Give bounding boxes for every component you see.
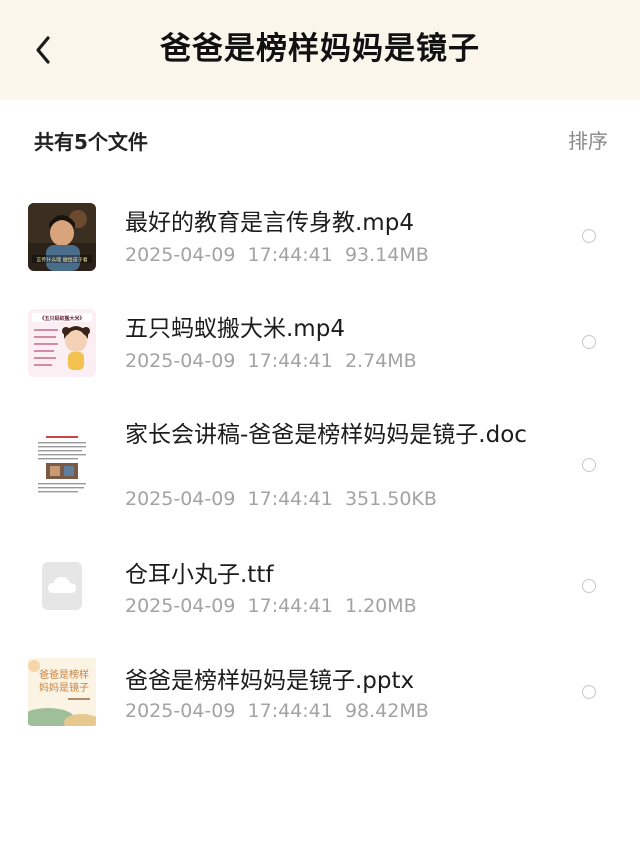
page-title: 爸爸是榜样妈妈是镜子 <box>160 31 480 67</box>
file-name: 爸爸是榜样妈妈是镜子.pptx <box>125 668 415 694</box>
file-row-doc-speech[interactable]: 家长会讲稿-爸爸是榜样妈妈是镜子.doc 2025-04-09 17:44:41… <box>0 410 640 530</box>
pptx-thumb-line1: 爸爸是榜样 <box>39 668 89 681</box>
file-time: 17:44:41 <box>247 244 333 266</box>
file-time: 17:44:41 <box>247 595 333 617</box>
file-time: 17:44:41 <box>247 350 333 372</box>
file-size: 93.14MB <box>344 244 429 266</box>
sort-button[interactable]: 排序 <box>568 126 608 156</box>
file-meta: 2025-04-09 17:44:41 1.20MB <box>125 593 417 619</box>
presentation-thumbnail: 爸爸是榜样 妈妈是镜子 <box>28 658 96 726</box>
chevron-left-icon <box>36 36 50 64</box>
header-bar: 爸爸是榜样妈妈是镜子 <box>0 0 640 100</box>
file-row-pptx[interactable]: 爸爸是榜样 妈妈是镜子 爸爸是榜样妈妈是镜子.pptx 2025-04-09 1… <box>0 656 640 756</box>
file-date: 2025-04-09 <box>125 488 236 510</box>
select-radio[interactable] <box>582 229 596 243</box>
video-thumbnail: 言传什么呢 做给孩子看 <box>28 203 96 271</box>
file-time: 17:44:41 <box>247 488 333 510</box>
select-radio[interactable] <box>582 579 596 593</box>
file-meta: 2025-04-09 17:44:41 98.42MB <box>125 698 429 724</box>
document-thumbnail <box>28 430 96 498</box>
file-meta: 2025-04-09 17:44:41 351.50KB <box>125 486 437 512</box>
back-button[interactable] <box>28 30 62 70</box>
file-size: 1.20MB <box>344 595 417 617</box>
file-name: 最好的教育是言传身教.mp4 <box>125 210 414 236</box>
file-count-label: 共有5个文件 <box>34 130 148 154</box>
video-thumbnail: 《五只蚂蚁搬大米》 <box>28 309 96 377</box>
file-date: 2025-04-09 <box>125 350 236 372</box>
file-meta: 2025-04-09 17:44:41 2.74MB <box>125 348 417 374</box>
video-thumb-caption: 言传什么呢 做给孩子看 <box>36 257 88 264</box>
file-name: 五只蚂蚁搬大米.mp4 <box>125 316 345 342</box>
list-toolbar: 共有5个文件 排序 <box>0 100 640 184</box>
file-size: 98.42MB <box>344 700 429 722</box>
file-date: 2025-04-09 <box>125 700 236 722</box>
file-meta: 2025-04-09 17:44:41 93.14MB <box>125 242 429 268</box>
file-date: 2025-04-09 <box>125 244 236 266</box>
file-size: 351.50KB <box>344 488 437 510</box>
file-name: 仓耳小丸子.ttf <box>125 562 274 588</box>
file-time: 17:44:41 <box>247 700 333 722</box>
video-thumb-caption: 《五只蚂蚁搬大米》 <box>39 315 84 322</box>
pptx-thumb-line2: 妈妈是镜子 <box>39 681 89 694</box>
file-row-video-ants[interactable]: 《五只蚂蚁搬大米》 五只蚂蚁搬大米.mp4 2025-04-09 17:44:4… <box>0 296 640 396</box>
select-radio[interactable] <box>582 335 596 349</box>
file-size: 2.74MB <box>344 350 417 372</box>
select-radio[interactable] <box>582 458 596 472</box>
file-date: 2025-04-09 <box>125 595 236 617</box>
select-radio[interactable] <box>582 685 596 699</box>
file-name: 家长会讲稿-爸爸是榜样妈妈是镜子.doc <box>125 422 527 448</box>
font-file-thumbnail <box>28 552 96 620</box>
file-row-video-education[interactable]: 言传什么呢 做给孩子看 最好的教育是言传身教.mp4 2025-04-09 17… <box>0 190 640 290</box>
file-row-font[interactable]: 仓耳小丸子.ttf 2025-04-09 17:44:41 1.20MB <box>0 552 640 652</box>
